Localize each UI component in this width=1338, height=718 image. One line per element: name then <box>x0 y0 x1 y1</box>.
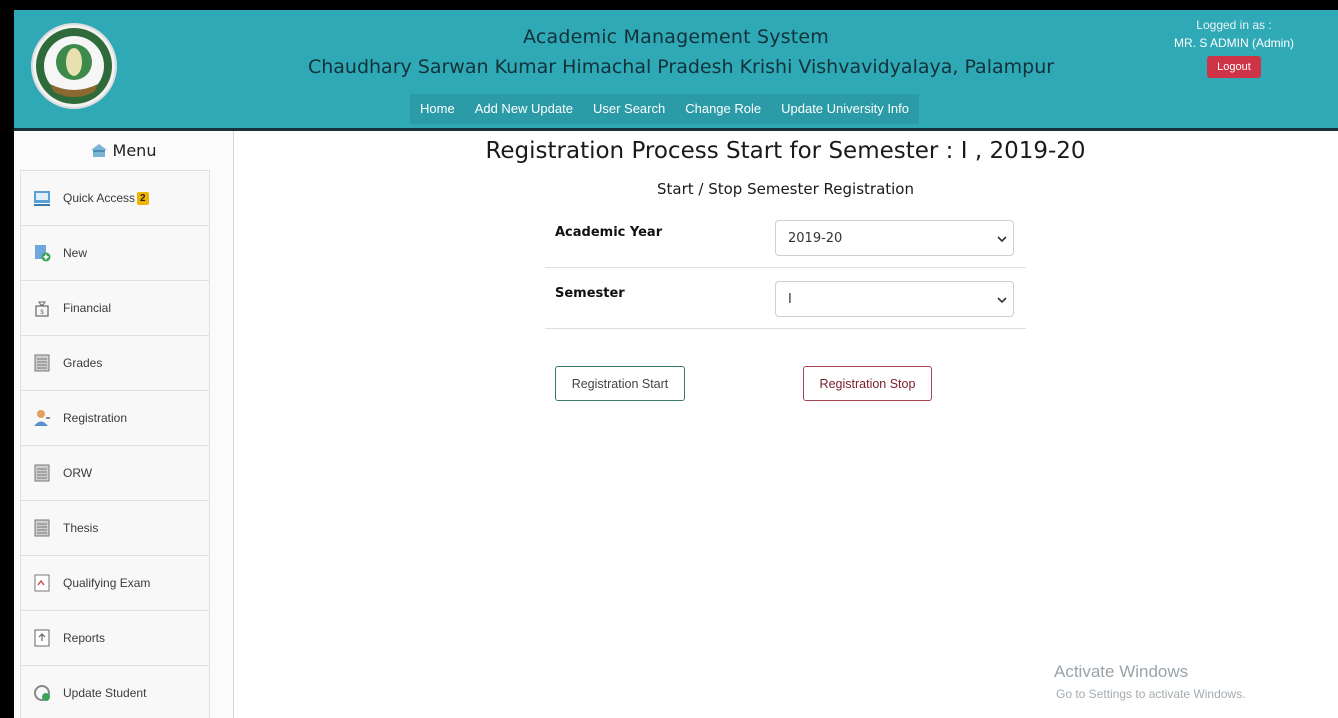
nav-user-search[interactable]: User Search <box>583 94 675 124</box>
sidebar-item-label: New <box>63 246 88 260</box>
sidebar-item-update-student[interactable]: Update Student <box>20 665 210 718</box>
menu-list: Quick Access 2 New $ Financial Grades Re… <box>20 170 210 718</box>
home-icon <box>90 143 107 157</box>
nav-home[interactable]: Home <box>410 94 465 124</box>
thesis-sheet-icon <box>34 519 50 537</box>
top-navigation: Home Add New Update User Search Change R… <box>410 94 920 124</box>
registration-start-button[interactable]: Registration Start <box>555 366 685 401</box>
academic-year-value: 2019-20 <box>788 231 843 246</box>
registration-form: Academic Year 2019-20 Semester I <box>545 207 1026 329</box>
logged-in-label: Logged in as : <box>1196 18 1272 32</box>
academic-year-label: Academic Year <box>555 225 663 240</box>
sidebar-item-label: ORW <box>63 466 93 480</box>
sidebar-item-quick-access[interactable]: Quick Access 2 <box>20 170 210 225</box>
activate-windows-hint: Go to Settings to activate Windows. <box>1056 687 1246 701</box>
chevron-down-icon <box>997 297 1007 304</box>
login-info: Logged in as : MR. S ADMIN (Admin) Logou… <box>1144 18 1324 78</box>
menu-header: Menu <box>14 131 233 169</box>
chevron-down-icon <box>997 236 1007 243</box>
sidebar-item-label: Qualifying Exam <box>63 576 151 590</box>
sidebar-item-grades[interactable]: Grades <box>20 335 210 390</box>
sidebar-item-new[interactable]: New <box>20 225 210 280</box>
exam-document-icon <box>34 574 50 592</box>
sidebar-item-financial[interactable]: $ Financial <box>20 280 210 335</box>
reports-icon <box>34 629 50 647</box>
semester-value: I <box>788 292 792 307</box>
sidebar-item-label: Financial <box>63 301 112 315</box>
sidebar-item-label: Registration <box>63 411 128 425</box>
app-window: Academic Management System Chaudhary Sar… <box>14 10 1338 718</box>
sidebar-item-thesis[interactable]: Thesis <box>20 500 210 555</box>
logout-button[interactable]: Logout <box>1207 56 1261 78</box>
semester-select[interactable]: I <box>775 281 1014 317</box>
activate-windows-title: Activate Windows <box>1054 662 1189 681</box>
nav-update-university-info[interactable]: Update University Info <box>771 94 919 124</box>
orw-sheet-icon <box>34 464 50 482</box>
university-name: Chaudhary Sarwan Kumar Himachal Pradesh … <box>307 56 1055 78</box>
page-title: Registration Process Start for Semester … <box>485 138 1086 164</box>
semester-label: Semester <box>555 286 625 301</box>
user-registration-icon <box>34 410 50 426</box>
app-title: Academic Management System <box>522 26 830 48</box>
svg-text:$: $ <box>40 310 44 316</box>
new-document-icon <box>35 245 51 262</box>
sidebar-item-label: Grades <box>63 356 103 370</box>
quick-access-icon <box>34 191 50 206</box>
sidebar-item-label: Quick Access <box>63 191 136 205</box>
update-student-icon <box>34 685 50 701</box>
semester-row: Semester I <box>545 268 1026 329</box>
menu-title: Menu <box>112 140 157 160</box>
grades-sheet-icon <box>34 354 50 372</box>
nav-change-role[interactable]: Change Role <box>675 94 771 124</box>
page-subtitle: Start / Stop Semester Registration <box>656 180 914 198</box>
academic-year-select[interactable]: 2019-20 <box>775 220 1014 256</box>
sidebar-item-label: Update Student <box>63 686 147 700</box>
quick-access-count-badge: 2 <box>137 191 149 205</box>
financial-bag-icon: $ <box>35 301 49 317</box>
header-bar: Academic Management System Chaudhary Sar… <box>14 10 1338 128</box>
sidebar-item-qualifying-exam[interactable]: Qualifying Exam <box>20 555 210 610</box>
sidebar-item-orw[interactable]: ORW <box>20 445 210 500</box>
sidebar-item-reports[interactable]: Reports <box>20 610 210 665</box>
logged-in-user: MR. S ADMIN (Admin) <box>1173 36 1294 50</box>
sidebar-item-registration[interactable]: Registration <box>20 390 210 445</box>
academic-year-row: Academic Year 2019-20 <box>545 207 1026 268</box>
registration-stop-button[interactable]: Registration Stop <box>803 366 932 401</box>
sidebar-item-label: Reports <box>63 631 106 645</box>
sidebar-item-label: Thesis <box>63 521 99 535</box>
nav-add-new-update[interactable]: Add New Update <box>465 94 583 124</box>
sidebar: Menu Quick Access 2 New $ Financial Grad… <box>14 131 234 718</box>
